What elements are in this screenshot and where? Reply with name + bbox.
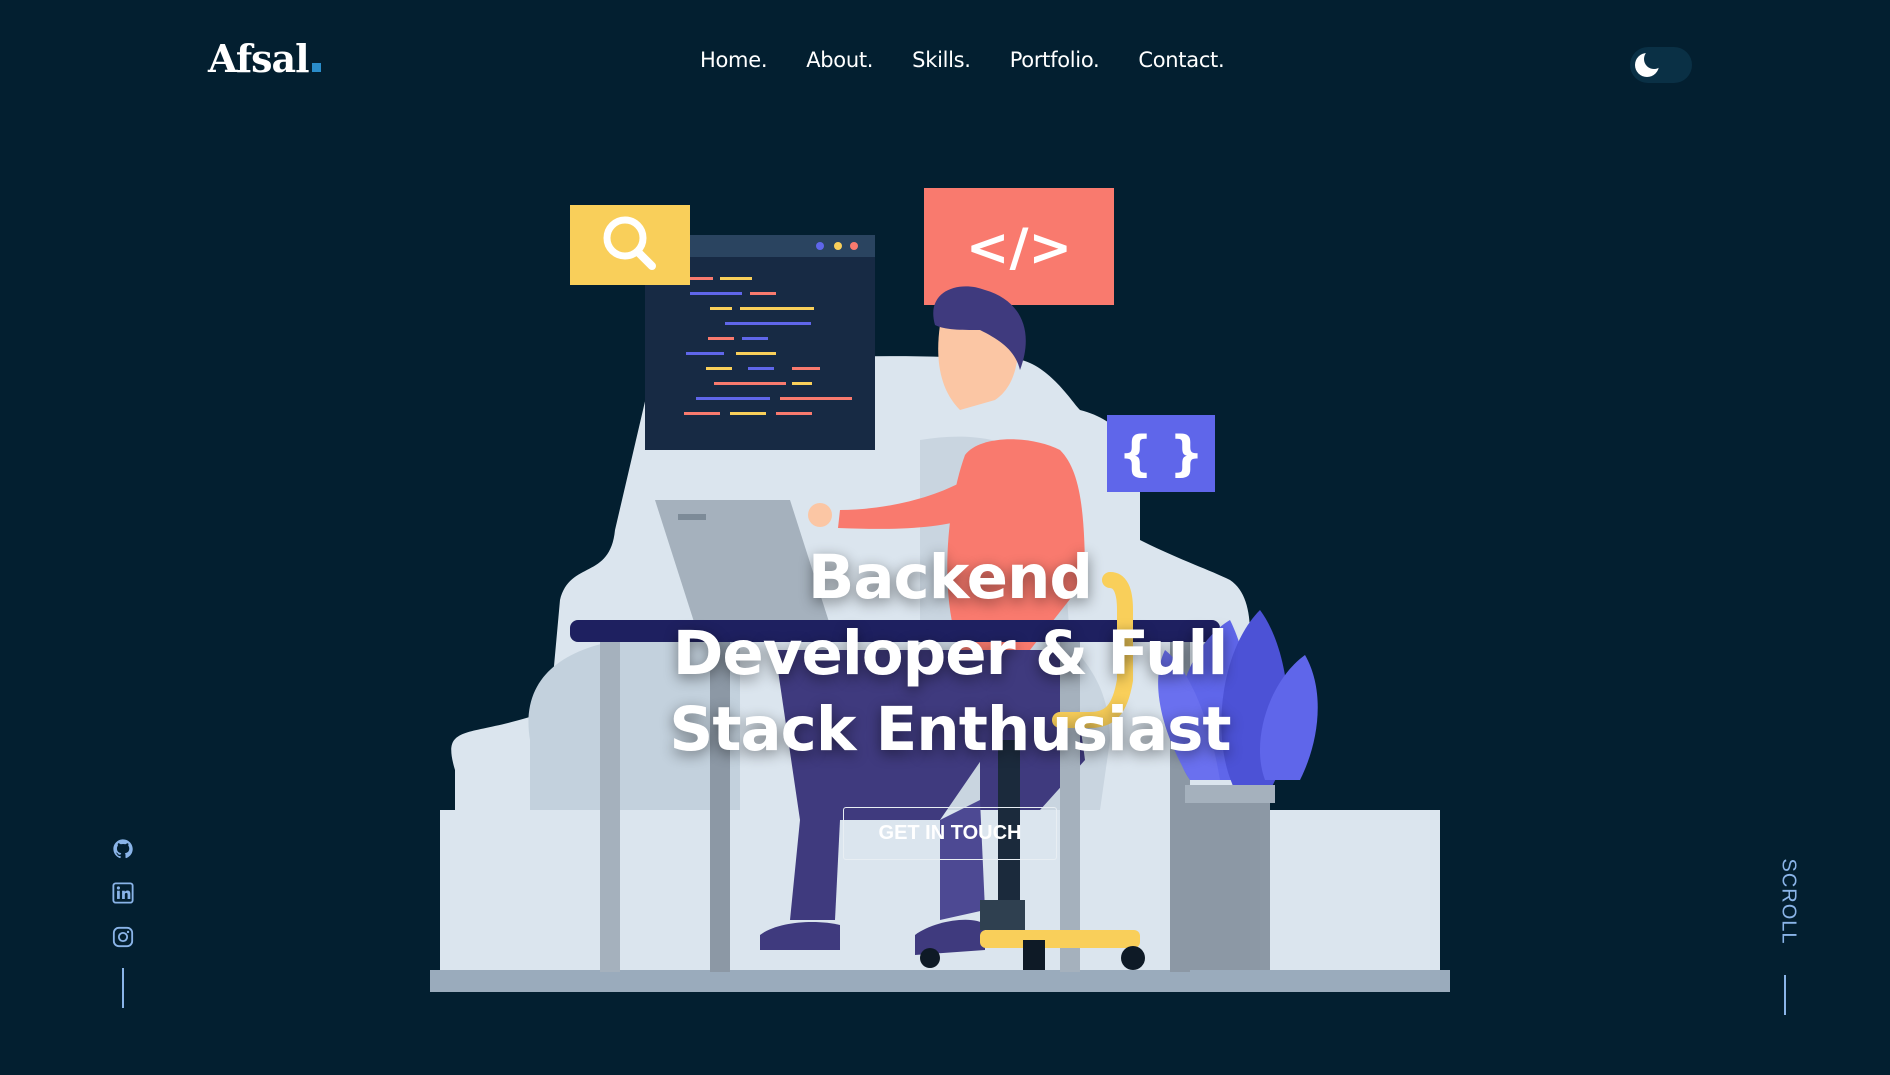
get-in-touch-button[interactable]: GET IN TOUCH [843, 807, 1057, 860]
code-tag-text: </> [966, 218, 1072, 278]
nav-skills[interactable]: Skills. [912, 48, 971, 80]
scroll-line [1784, 975, 1786, 1015]
headline-line-1: Backend [807, 542, 1093, 613]
linkedin-link[interactable] [110, 880, 136, 906]
nav-portfolio[interactable]: Portfolio. [1010, 48, 1100, 80]
headline-line-3: Stack Enthusiast [669, 694, 1231, 765]
moon-icon [1635, 51, 1661, 77]
code-tag-card: </> [924, 188, 1114, 305]
logo[interactable]: Afsal [208, 36, 321, 81]
floor [430, 970, 1450, 992]
main-nav: Home. About. Skills. Portfolio. Contact. [700, 48, 1263, 80]
instagram-icon [112, 926, 134, 948]
instagram-link[interactable] [110, 924, 136, 950]
hero-headline: Backend Developer & Full Stack Enthusias… [560, 540, 1340, 768]
nav-about[interactable]: About. [806, 48, 873, 80]
headline-line-2: Developer & Full [672, 618, 1229, 689]
social-divider [122, 968, 124, 1008]
braces-text: { } [1118, 426, 1203, 482]
theme-toggle[interactable] [1630, 47, 1692, 83]
github-icon [113, 839, 133, 859]
braces-card: { } [1107, 415, 1215, 492]
linkedin-icon [112, 882, 134, 904]
github-link[interactable] [110, 836, 136, 862]
logo-text: Afsal [208, 36, 310, 81]
scroll-indicator[interactable]: SCROLL [1770, 858, 1800, 1015]
scroll-label: SCROLL [1777, 858, 1800, 945]
social-links [110, 836, 136, 1008]
nav-home[interactable]: Home. [700, 48, 768, 80]
nav-contact[interactable]: Contact. [1138, 48, 1224, 80]
search-card [570, 205, 690, 285]
logo-dot [311, 63, 321, 72]
site-header: Afsal Home. About. Skills. Portfolio. Co… [0, 0, 1890, 130]
